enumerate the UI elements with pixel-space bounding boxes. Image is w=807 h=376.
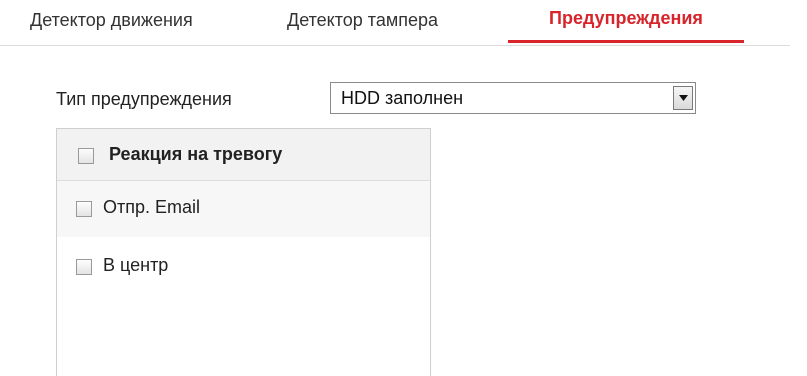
- linkage-header-row: Реакция на тревогу: [57, 129, 430, 181]
- linkage-header-label: Реакция на тревогу: [109, 144, 283, 164]
- alert-type-selected-value: HDD заполнен: [341, 88, 464, 108]
- alert-type-label: Тип предупреждения: [56, 89, 232, 109]
- tab-tamper-detection[interactable]: Детектор тампера: [287, 10, 438, 31]
- linkage-all-checkbox[interactable]: [78, 148, 94, 164]
- email-checkbox[interactable]: [76, 201, 92, 217]
- center-label: В центр: [103, 255, 169, 275]
- tab-exceptions[interactable]: Предупреждения: [508, 8, 744, 43]
- alert-type-select[interactable]: HDD заполнен: [330, 82, 696, 114]
- chevron-down-icon: [678, 95, 688, 101]
- dropdown-button[interactable]: [673, 86, 693, 110]
- tab-bar: Детектор движения Детектор тампера Преду…: [0, 0, 790, 46]
- alarm-settings-page: Детектор движения Детектор тампера Преду…: [0, 0, 807, 376]
- linkage-item-center: В центр: [57, 237, 430, 293]
- linkage-panel: Реакция на тревогу Отпр. Email В центр: [56, 128, 431, 376]
- email-label: Отпр. Email: [103, 197, 201, 217]
- center-checkbox[interactable]: [76, 259, 92, 275]
- tab-motion-detection[interactable]: Детектор движения: [30, 10, 193, 31]
- linkage-item-email: Отпр. Email: [57, 181, 430, 237]
